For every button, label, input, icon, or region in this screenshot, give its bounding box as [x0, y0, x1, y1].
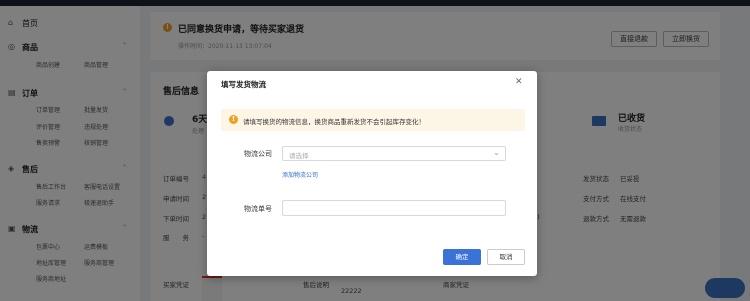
- confirm-button[interactable]: 确定: [443, 249, 481, 265]
- company-select[interactable]: 请选择 ⌄: [282, 146, 506, 161]
- notice-text: 请填写换货的物流信息，换货商品重新发货不会引起库存变化！: [243, 118, 425, 126]
- notice-banner: ! 请填写换货的物流信息，换货商品重新发货不会引起库存变化！: [221, 109, 525, 131]
- tracking-input[interactable]: [282, 200, 506, 216]
- warning-icon: !: [229, 115, 238, 124]
- close-icon[interactable]: ✕: [515, 77, 523, 87]
- chevron-down-icon: ⌄: [493, 148, 500, 157]
- add-company-link[interactable]: 添加物流公司: [282, 170, 318, 179]
- dialog-title: 填写发货物流: [221, 80, 266, 89]
- cancel-button[interactable]: 取消: [487, 249, 525, 265]
- tracking-label: 物流单号: [244, 205, 272, 213]
- logistics-dialog: 填写发货物流 ✕ ! 请填写换货的物流信息，换货商品重新发货不会引起库存变化！ …: [207, 71, 537, 276]
- company-label: 物流公司: [244, 150, 272, 158]
- select-placeholder: 请选择: [289, 152, 309, 160]
